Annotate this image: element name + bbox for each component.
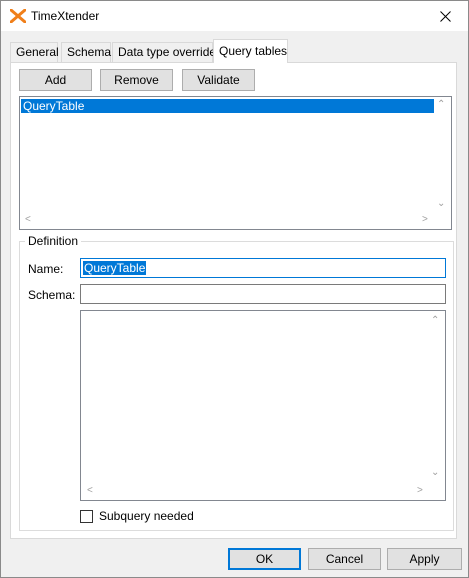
list-item[interactable]: QueryTable xyxy=(21,99,434,113)
tab-general[interactable]: General xyxy=(10,42,59,62)
scroll-right-icon[interactable]: > xyxy=(422,215,428,225)
title-bar: TimeXtender xyxy=(1,1,468,31)
window-title: TimeXtender xyxy=(31,9,100,23)
tab-data-type-overrides-label: Data type overrides xyxy=(118,45,223,59)
apply-button[interactable]: Apply xyxy=(387,548,462,570)
validate-button-label: Validate xyxy=(197,73,240,87)
scroll-down-icon[interactable]: ⌄ xyxy=(437,199,445,209)
scroll-left-icon[interactable]: < xyxy=(87,486,93,496)
cancel-button[interactable]: Cancel xyxy=(308,548,381,570)
dialog-window: TimeXtender General Schema Data type ove… xyxy=(0,0,469,578)
tab-query-tables-label: Query tables xyxy=(219,44,288,58)
tab-schema[interactable]: Schema xyxy=(61,42,111,62)
apply-button-label: Apply xyxy=(409,552,440,566)
schema-input[interactable] xyxy=(80,284,446,304)
add-button-label: Add xyxy=(44,73,67,87)
ok-button-label: OK xyxy=(255,552,274,566)
scroll-down-icon[interactable]: ⌄ xyxy=(431,468,439,478)
subquery-label: Subquery needed xyxy=(99,509,194,523)
name-input[interactable]: QueryTable xyxy=(80,258,446,278)
subquery-checkbox[interactable] xyxy=(80,510,93,523)
name-input-value: QueryTable xyxy=(83,261,147,275)
scroll-left-icon[interactable]: < xyxy=(25,215,31,225)
tab-general-label: General xyxy=(16,45,59,59)
close-button[interactable] xyxy=(422,1,468,31)
tab-data-type-overrides[interactable]: Data type overrides xyxy=(112,42,222,62)
schema-label: Schema: xyxy=(28,288,76,302)
definition-group-label: Definition xyxy=(25,235,82,248)
cancel-button-label: Cancel xyxy=(325,552,364,566)
timextender-logo-icon xyxy=(10,9,26,23)
remove-button-label: Remove xyxy=(114,73,159,87)
remove-button[interactable]: Remove xyxy=(100,69,173,91)
scroll-up-icon[interactable]: ⌃ xyxy=(437,100,445,110)
scroll-right-icon[interactable]: > xyxy=(417,486,423,496)
tab-query-tables[interactable]: Query tables xyxy=(213,39,288,63)
name-label: Name: xyxy=(28,262,64,276)
query-tables-list[interactable]: QueryTable ⌃ ⌄ < > xyxy=(19,96,452,230)
validate-button[interactable]: Validate xyxy=(182,69,255,91)
tab-schema-label: Schema xyxy=(67,45,112,59)
ok-button[interactable]: OK xyxy=(228,548,301,570)
scroll-up-icon[interactable]: ⌃ xyxy=(431,316,439,326)
add-button[interactable]: Add xyxy=(19,69,92,91)
query-textarea[interactable]: ⌃ ⌄ < > xyxy=(80,310,446,501)
close-icon xyxy=(439,10,451,22)
